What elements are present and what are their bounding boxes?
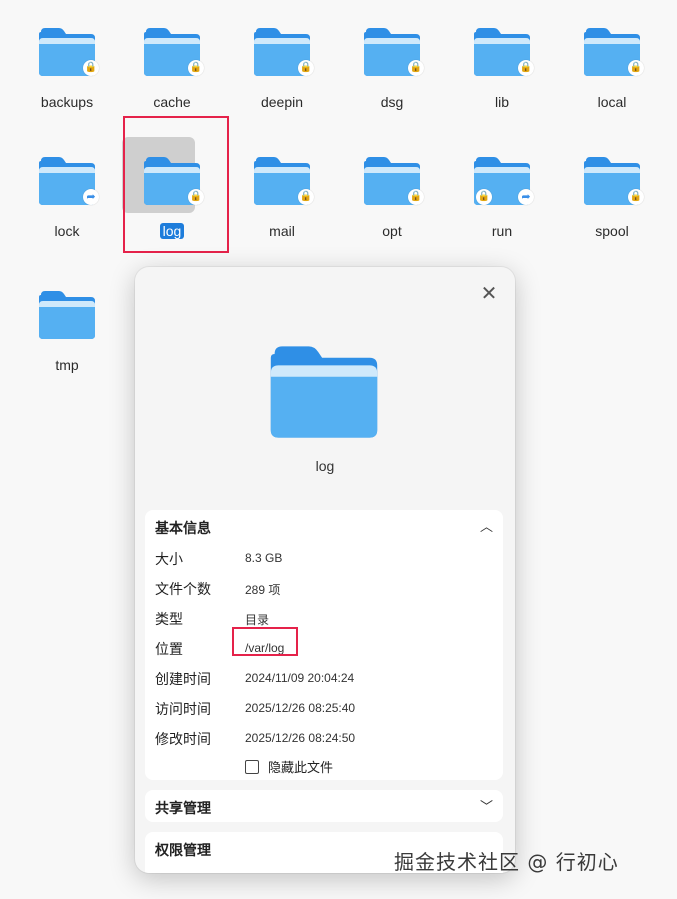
link-arrow-icon: ➦ bbox=[518, 189, 534, 205]
folder-label: tmp bbox=[55, 357, 79, 373]
info-label-3: 位置 bbox=[155, 642, 183, 658]
chevron-down-icon[interactable]: ﹀ bbox=[480, 796, 493, 815]
info-value-6: 2025/12/26 08:24:50 bbox=[245, 731, 356, 745]
lock-icon: 🔒 bbox=[476, 189, 492, 205]
lock-icon: 🔒 bbox=[408, 60, 424, 76]
lock-icon: 🔒 bbox=[83, 60, 99, 76]
folder-name: log bbox=[315, 458, 335, 474]
folder-icon: 🔒 ➦ bbox=[472, 155, 534, 207]
folder-icon: 🔒 bbox=[362, 26, 424, 78]
folder-label: dsg bbox=[380, 94, 404, 110]
info-value-0: 8.3 GB bbox=[245, 551, 283, 565]
info-value-1: 289 项 bbox=[245, 583, 281, 597]
folder-label: cache bbox=[153, 94, 191, 110]
lock-icon: 🔒 bbox=[518, 60, 534, 76]
folder-label: opt bbox=[382, 223, 402, 239]
lock-icon: 🔒 bbox=[628, 189, 644, 205]
watermark-text: 掘金技术社区 @ 行初心 bbox=[394, 850, 619, 874]
folder-icon: 🔒 bbox=[142, 26, 204, 78]
close-icon[interactable]: ✕ bbox=[477, 281, 501, 305]
properties-dialog: ✕ log 基本信息 ︿ 大小 8.3 GB 文件个数 289 项类型 目录 位置/var… bbox=[135, 267, 515, 873]
lock-icon: 🔒 bbox=[298, 60, 314, 76]
share-title: 共享管理 bbox=[155, 801, 211, 817]
folder-label: deepin bbox=[260, 94, 304, 110]
folder-item-deepin[interactable]: 🔒 deepin bbox=[227, 0, 337, 120]
folder-item-local[interactable]: 🔒 local bbox=[557, 0, 667, 120]
folder-item-cache[interactable]: 🔒 cache bbox=[117, 0, 227, 120]
folder-item-lib[interactable]: 🔒 lib bbox=[447, 0, 557, 120]
folder-icon: 🔒 bbox=[252, 155, 314, 207]
basic-info-section: 基本信息 ︿ 大小 8.3 GB 文件个数 289 项类型 目录 位置/var/log 创建… bbox=[145, 510, 503, 780]
share-section[interactable]: 共享管理 ﹀ bbox=[145, 790, 503, 822]
hide-file-checkbox[interactable]: 隐藏此文件 bbox=[245, 757, 333, 776]
folder-item-run[interactable]: 🔒 ➦ run bbox=[447, 129, 557, 249]
folder-icon: 🔒 bbox=[582, 155, 644, 207]
folder-item-opt[interactable]: 🔒 opt bbox=[337, 129, 447, 249]
folder-item-spool[interactable]: 🔒 spool bbox=[557, 129, 667, 249]
info-label-0: 大小 bbox=[155, 552, 183, 568]
permission-title: 权限管理 bbox=[155, 843, 211, 859]
folder-label: run bbox=[491, 223, 513, 239]
folder-label: backups bbox=[40, 94, 94, 110]
folder-item-backups[interactable]: 🔒 backups bbox=[12, 0, 122, 120]
location-highlight bbox=[232, 627, 298, 656]
link-arrow-icon: ➦ bbox=[83, 189, 99, 205]
info-label-4: 创建时间 bbox=[155, 672, 211, 688]
folder-item-tmp[interactable]: tmp bbox=[12, 263, 122, 383]
folder-label: lock bbox=[54, 223, 80, 239]
folder-item-lock[interactable]: ➦ lock bbox=[12, 129, 122, 249]
info-label-2: 类型 bbox=[155, 612, 183, 628]
folder-icon: 🔒 bbox=[252, 26, 314, 78]
folder-icon: ➦ bbox=[37, 155, 99, 207]
info-label-1: 文件个数 bbox=[155, 582, 211, 598]
folder-item-mail[interactable]: 🔒 mail bbox=[227, 129, 337, 249]
folder-label: local bbox=[597, 94, 627, 110]
checkbox-box[interactable] bbox=[245, 759, 259, 774]
basic-info-title: 基本信息 bbox=[155, 521, 211, 537]
info-value-4: 2024/11/09 20:04:24 bbox=[245, 671, 355, 685]
folder-label: lib bbox=[494, 94, 509, 110]
hide-file-label: 隐藏此文件 bbox=[268, 761, 334, 776]
folder-icon bbox=[270, 346, 378, 438]
lock-icon: 🔒 bbox=[408, 189, 424, 205]
lock-icon: 🔒 bbox=[188, 60, 204, 76]
folder-label: mail bbox=[269, 223, 295, 239]
folder-label: spool bbox=[595, 223, 629, 239]
folder-icon: 🔒 bbox=[582, 26, 644, 78]
folder-item-dsg[interactable]: 🔒 dsg bbox=[337, 0, 447, 120]
folder-icon bbox=[37, 289, 97, 341]
info-value-5: 2025/12/26 08:25:40 bbox=[245, 701, 356, 715]
chevron-up-icon[interactable]: ︿ bbox=[480, 516, 493, 535]
folder-icon: 🔒 bbox=[362, 155, 424, 207]
info-value-2: 目录 bbox=[245, 613, 270, 627]
lock-icon: 🔒 bbox=[628, 60, 644, 76]
info-label-6: 修改时间 bbox=[155, 732, 211, 748]
info-label-5: 访问时间 bbox=[155, 702, 211, 718]
selected-folder-highlight bbox=[123, 116, 229, 253]
folder-icon: 🔒 bbox=[472, 26, 534, 78]
lock-icon: 🔒 bbox=[298, 189, 314, 205]
folder-icon: 🔒 bbox=[37, 26, 99, 78]
